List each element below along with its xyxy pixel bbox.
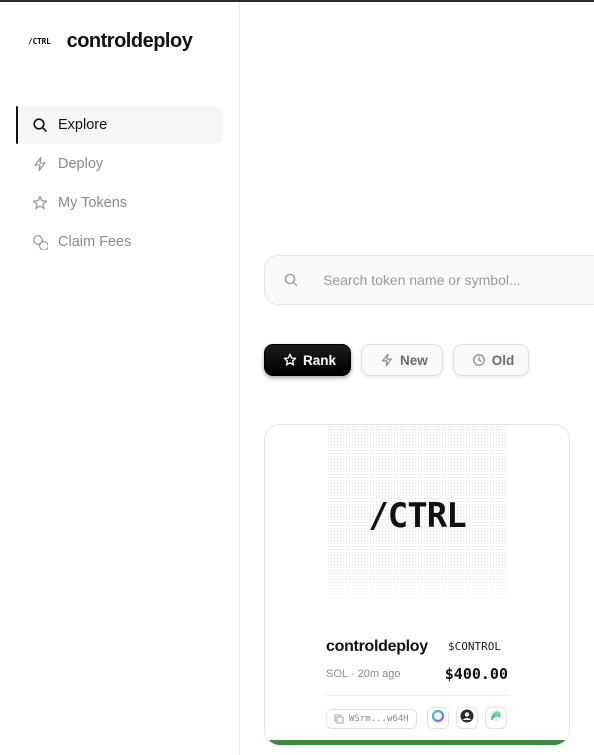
sidebar-item-explore[interactable]: Explore	[16, 106, 223, 144]
user-icon	[460, 709, 474, 728]
meta-separator: ·	[351, 668, 355, 680]
token-price: $400.00	[444, 665, 508, 683]
chart-link-button[interactable]	[485, 707, 507, 729]
sidebar-item-label: My Tokens	[58, 195, 128, 211]
copy-address-button[interactable]: WSrm...w64H	[326, 709, 417, 729]
token-image: /CTRL	[327, 425, 507, 607]
star-icon	[283, 353, 297, 367]
token-chain: SOL	[326, 668, 349, 680]
filter-label: Rank	[303, 352, 337, 368]
filter-rank-button[interactable]: Rank	[264, 344, 352, 376]
coins-icon	[32, 234, 48, 250]
token-name: controldeploy	[326, 638, 428, 655]
bonding-progress-bar	[265, 740, 569, 745]
filter-old-button[interactable]: Old	[452, 344, 530, 376]
brand-logo[interactable]: /CTRL controldeploy	[28, 30, 193, 53]
profile-link-button[interactable]	[456, 707, 478, 729]
sidebar-item-claim-fees[interactable]: Claim Fees	[16, 223, 223, 261]
token-address: WSrm...w64H	[349, 714, 409, 724]
token-image-text: /CTRL	[368, 496, 466, 536]
sidebar-item-label: Explore	[58, 117, 108, 133]
lightning-icon	[32, 156, 48, 172]
ring-logo-icon	[431, 709, 445, 728]
logo-mark: /CTRL	[28, 37, 51, 46]
card-divider	[326, 695, 510, 696]
search-input[interactable]	[321, 271, 585, 289]
brand-name: controldeploy	[66, 30, 193, 52]
sort-filters: Rank New Old	[264, 344, 539, 376]
token-card[interactable]: /CTRL controldeploy $CONTROL SOL · 20m ago…	[264, 424, 570, 746]
bonding-progress-fill	[265, 740, 569, 745]
filter-label: Old	[491, 352, 515, 368]
filter-new-button[interactable]: New	[361, 344, 443, 376]
search-bar[interactable]	[264, 255, 594, 305]
clock-icon	[472, 353, 486, 367]
copy-icon	[334, 714, 344, 724]
search-icon	[32, 117, 48, 133]
token-meta: SOL · 20m ago	[326, 668, 401, 680]
token-symbol: $CONTROL	[448, 640, 501, 653]
sidebar: /CTRL controldeploy Explore Deploy My To…	[0, 2, 240, 755]
filter-label: New	[400, 352, 428, 368]
sidebar-item-label: Claim Fees	[58, 234, 132, 250]
sidebar-nav: Explore Deploy My Tokens Claim Fees	[16, 106, 223, 262]
swirl-logo-icon	[489, 709, 503, 728]
star-icon	[32, 195, 48, 211]
sidebar-item-deploy[interactable]: Deploy	[16, 145, 223, 183]
sidebar-item-my-tokens[interactable]: My Tokens	[16, 184, 223, 222]
lightning-icon	[380, 353, 394, 367]
token-age: 20m ago	[357, 668, 401, 680]
search-icon	[283, 272, 299, 288]
sidebar-item-label: Deploy	[58, 156, 104, 172]
external-link-button[interactable]	[427, 707, 449, 729]
token-links	[427, 707, 514, 729]
